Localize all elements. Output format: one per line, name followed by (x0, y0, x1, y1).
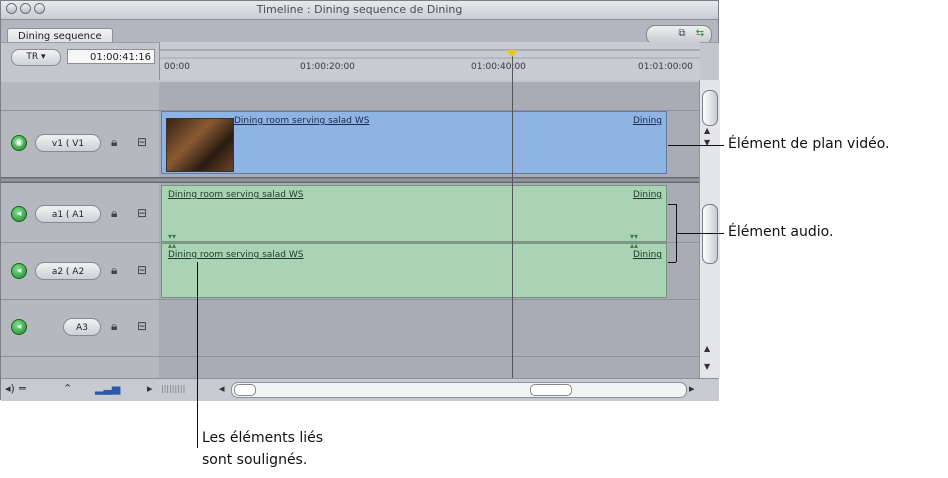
tab-row: Dining sequence ⧉ ⇆ (1, 20, 718, 45)
scroll-right-arrow-icon[interactable]: ▸ (689, 382, 695, 395)
clip-overlays-icon[interactable]: ⌃ (63, 382, 72, 395)
track-audible-a3[interactable]: ◂ (11, 319, 27, 335)
dest-a1: A1 (72, 210, 85, 220)
track-audible-a1[interactable]: ◂ (11, 206, 27, 222)
audio-clip-a1[interactable]: Dining room serving salad WS Dining ▾▾ ▾… (161, 185, 667, 242)
stereo-pair-icon: ▴▴ (630, 241, 639, 250)
dest-v1: V1 (72, 139, 85, 149)
clip-thumbnail (166, 118, 234, 172)
patch-a1[interactable]: a1 ( A1 (35, 205, 101, 223)
callout-bracket-bottom (668, 262, 676, 263)
row-separator (1, 299, 699, 300)
stereo-pair-icon: ▾▾ (168, 232, 177, 241)
stereo-pair-icon: ▴▴ (168, 241, 177, 250)
track-audible-a2[interactable]: ◂ (11, 263, 27, 279)
horizontal-scroll-thumb[interactable] (530, 384, 572, 396)
sync-icon[interactable]: ⊟ (137, 135, 147, 149)
track-height-icon[interactable]: ═ (19, 382, 26, 395)
audio-clip-a2[interactable]: ▴▴ ▴▴ Dining room serving salad WS Dinin… (161, 241, 667, 298)
source-a1: a1 (51, 210, 64, 220)
scroll-up-arrow-icon[interactable]: ▲ (704, 126, 710, 135)
track-menu-button[interactable]: TR ▾ (11, 49, 61, 66)
audio-scroll-thumb[interactable] (702, 204, 718, 264)
video-scroll-thumb[interactable] (702, 90, 718, 126)
snapping-icon[interactable]: ⧉ (673, 28, 691, 40)
zoom-slider-icon[interactable]: ||||||||| (161, 384, 185, 393)
ruler-label-2: 01:00:40:00 (471, 62, 526, 72)
playhead-marker[interactable] (506, 50, 518, 57)
time-ruler[interactable]: 00:00 01:00:20:00 01:00:40:00 01:01:00:0… (159, 42, 700, 80)
window-title: Timeline : Dining sequence de Dining (256, 3, 463, 16)
audio-clip-a1-name: Dining room serving salad WS (168, 190, 304, 200)
timeline-bottom-bar: ◂) ═ ⌃ ▂▃▅ ▸ ||||||||| ◂ ▸ (1, 378, 719, 401)
source-a2: a2 (51, 267, 64, 277)
callout-bracket-top (668, 204, 676, 205)
ruler-label-3: 01:01:00:00 (638, 62, 693, 72)
visibility-icon: ◉ (15, 138, 23, 148)
track-size-icon[interactable]: ▂▃▅ (95, 382, 120, 395)
title-bar: Timeline : Dining sequence de Dining (1, 1, 718, 20)
zoom-control-thumb[interactable] (234, 384, 256, 396)
expand-arrow-icon[interactable]: ▸ (147, 382, 153, 395)
lock-icon[interactable]: 🔒︎ (111, 319, 117, 334)
callout-line-linked (197, 262, 198, 448)
patch-a3[interactable]: A3 (63, 318, 101, 336)
track-menu-label: TR (26, 52, 39, 62)
lock-icon[interactable]: 🔒︎ (111, 135, 117, 150)
dest-a3: A3 (76, 323, 88, 333)
video-clip-name: Dining room serving salad WS (234, 116, 370, 126)
sync-icon[interactable]: ⊟ (137, 319, 147, 333)
ruler-label-0: 00:00 (164, 62, 190, 72)
callout-line-audio (677, 233, 724, 234)
callout-line-video (668, 145, 724, 146)
playhead-line[interactable] (512, 56, 513, 378)
callout-video-clip: Élément de plan vidéo. (728, 136, 890, 152)
next-audio-clip-a2-name: Dining (632, 250, 662, 260)
callout-audio-clip: Élément audio. (728, 224, 834, 240)
patch-v1[interactable]: v1 ( V1 (35, 134, 101, 152)
sync-icon[interactable]: ⊟ (137, 206, 147, 220)
audio-levels-icon[interactable]: ◂) (5, 382, 15, 395)
callout-linked-line2: sont soulignés. (202, 452, 308, 468)
patch-a2[interactable]: a2 ( A2 (35, 262, 101, 280)
video-audio-divider[interactable] (1, 177, 699, 183)
stereo-pair-icon: ▾▾ (630, 232, 639, 241)
linking-icon[interactable]: ⇆ (691, 28, 709, 40)
source-v1: v1 (51, 139, 63, 149)
lock-icon[interactable]: 🔒︎ (111, 206, 117, 221)
scroll-up-arrow-icon[interactable]: ▲ (704, 344, 710, 353)
video-clip[interactable]: Dining room serving salad WS Dining (161, 111, 667, 174)
vertical-scrollbar[interactable]: ▲ ▼ ▲ ▼ (699, 80, 720, 378)
track-visibility-v1[interactable]: ◉ (11, 135, 27, 151)
next-video-clip-name: Dining (632, 116, 662, 126)
speaker-icon: ◂ (16, 209, 22, 219)
speaker-icon: ◂ (16, 266, 22, 276)
ruler-ticks (160, 49, 700, 59)
horizontal-scrollbar[interactable] (231, 382, 687, 398)
scroll-down-arrow-icon[interactable]: ▼ (704, 362, 710, 371)
dest-a2: A2 (72, 267, 85, 277)
callout-linked-line1: Les éléments liés (202, 430, 324, 446)
next-audio-clip-a1-name: Dining (632, 190, 662, 200)
speaker-icon: ◂ (16, 322, 22, 332)
timecode-field[interactable]: 01:00:41:16 (67, 49, 155, 64)
sync-icon[interactable]: ⊟ (137, 263, 147, 277)
scroll-left-arrow-icon[interactable]: ◂ (219, 382, 225, 395)
row-separator (1, 356, 699, 357)
ruler-label-1: 01:00:20:00 (300, 62, 355, 72)
audio-clip-a2-name: Dining room serving salad WS (168, 250, 304, 260)
lock-icon[interactable]: 🔒︎ (111, 263, 117, 278)
timeline-window: Timeline : Dining sequence de Dining Din… (0, 0, 720, 401)
